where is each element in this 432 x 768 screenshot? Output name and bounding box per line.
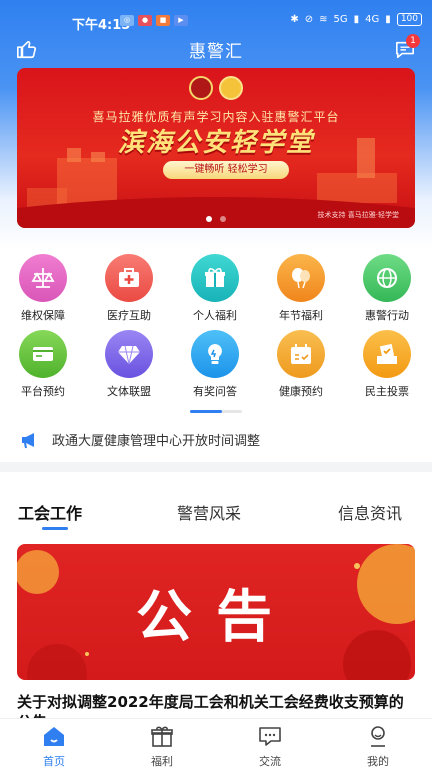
nav-profile[interactable]: 我的 bbox=[348, 725, 408, 768]
grid-item-label: 个人福利 bbox=[193, 309, 237, 322]
medical-kit-icon bbox=[105, 254, 153, 302]
nav-welfare[interactable]: 福利 bbox=[132, 725, 192, 768]
status-indicators: ✱ ⊘ ≋ 5G ▮ 4G ▮ 100 bbox=[290, 13, 422, 26]
gift-icon bbox=[191, 254, 239, 302]
grid-item-label: 文体联盟 bbox=[107, 385, 151, 398]
carousel-dot[interactable] bbox=[220, 216, 226, 222]
carousel-dot[interactable] bbox=[206, 216, 212, 222]
megaphone-icon bbox=[22, 433, 34, 449]
nav-label: 交流 bbox=[259, 755, 281, 768]
app-notification-icon: ■ bbox=[156, 15, 170, 26]
grid-item-sports-league[interactable]: 文体联盟 bbox=[86, 330, 172, 399]
bulb-icon bbox=[191, 330, 239, 378]
content-tabs: 工会工作 警营风采 信息资讯 bbox=[0, 498, 432, 538]
balloon-icon bbox=[277, 254, 325, 302]
grid-item-police-action[interactable]: 惠警行动 bbox=[344, 254, 430, 323]
carousel-indicator bbox=[17, 216, 415, 222]
network-label-2: 4G bbox=[365, 14, 380, 25]
tab-union-work[interactable]: 工会工作 bbox=[18, 500, 82, 524]
app-notification-icon: ◎ bbox=[120, 15, 134, 26]
grid-item-label: 年节福利 bbox=[279, 309, 323, 322]
card-icon bbox=[19, 330, 67, 378]
diamond-icon bbox=[105, 330, 153, 378]
network-label: 5G bbox=[333, 14, 348, 25]
notice-text: 政通大厦健康管理中心开放时间调整 bbox=[52, 434, 261, 449]
announcement-card[interactable]: 公告 bbox=[17, 544, 415, 680]
app-notification-icon: ● bbox=[138, 15, 152, 26]
battery-icon: 100 bbox=[396, 13, 422, 26]
bottom-nav: 首页 福利 交流 我的 bbox=[0, 718, 432, 768]
app-notification-icon: ▶ bbox=[174, 15, 188, 26]
vote-icon bbox=[363, 330, 411, 378]
banner-pill: 一键畅听 轻松学习 bbox=[163, 161, 289, 179]
banner-title: 滨海公安轻学堂 bbox=[117, 128, 314, 158]
mute-icon: ⊘ bbox=[304, 14, 314, 25]
police-emblem-icon bbox=[189, 76, 213, 100]
calendar-icon bbox=[277, 330, 325, 378]
gift-icon bbox=[151, 726, 173, 747]
grid-item-medical[interactable]: 医疗互助 bbox=[86, 254, 172, 323]
grid-item-label: 医疗互助 bbox=[107, 309, 151, 322]
grid-item-platform-booking[interactable]: 平台预约 bbox=[0, 330, 86, 399]
page-title: 惠警汇 bbox=[189, 42, 243, 62]
signal-icon: ▮ bbox=[385, 14, 391, 25]
grid-item-label: 有奖问答 bbox=[193, 385, 237, 398]
nav-label: 首页 bbox=[43, 755, 65, 768]
signal-icon: ▮ bbox=[353, 14, 360, 25]
wifi-icon: ≋ bbox=[319, 14, 328, 25]
user-icon bbox=[371, 726, 385, 747]
grid-page-indicator bbox=[190, 410, 242, 413]
bluetooth-icon: ✱ bbox=[290, 14, 299, 25]
nav-label: 福利 bbox=[151, 755, 173, 768]
tab-news[interactable]: 信息资讯 bbox=[338, 500, 402, 524]
home-icon bbox=[44, 727, 64, 746]
tab-underline bbox=[42, 527, 68, 530]
grid-item-personal-welfare[interactable]: 个人福利 bbox=[172, 254, 258, 323]
grid-item-democratic-vote[interactable]: 民主投票 bbox=[344, 330, 430, 399]
grid-item-quiz[interactable]: 有奖问答 bbox=[172, 330, 258, 399]
banner-carousel[interactable]: 喜马拉雅优质有声学习内容入驻惠警汇平台 滨海公安轻学堂 一键畅听 轻松学习 技术… bbox=[17, 68, 415, 228]
article-title[interactable]: 关于对拟调整2022年度局工会和机关工会经费收支预算的公告 bbox=[17, 692, 417, 718]
grid-item-label: 维权保障 bbox=[21, 309, 65, 322]
scale-icon bbox=[19, 254, 67, 302]
section-divider bbox=[0, 462, 432, 472]
notice-bar[interactable]: 政通大厦健康管理中心开放时间调整 bbox=[0, 425, 432, 453]
grid-item-festival-welfare[interactable]: 年节福利 bbox=[258, 254, 344, 323]
grid-item-label: 平台预约 bbox=[21, 385, 65, 398]
tab-police-style[interactable]: 警营风采 bbox=[177, 500, 241, 524]
union-emblem-icon bbox=[219, 76, 243, 100]
card-title: 公告 bbox=[136, 584, 296, 650]
status-bar: 下午4:15 ◎ ● ■ ▶ ✱ ⊘ ≋ 5G ▮ 4G ▮ 100 bbox=[0, 0, 432, 34]
message-badge: 1 bbox=[406, 34, 420, 48]
grid-item-rights[interactable]: 维权保障 bbox=[0, 254, 86, 323]
notification-icons: ◎ ● ■ ▶ bbox=[120, 15, 188, 26]
chat-icon bbox=[259, 727, 281, 746]
grid-item-label: 健康预约 bbox=[279, 385, 323, 398]
nav-label: 我的 bbox=[367, 755, 389, 768]
nav-chat[interactable]: 交流 bbox=[240, 725, 300, 768]
grid-item-label: 民主投票 bbox=[365, 385, 409, 398]
navbar: 惠警汇 1 bbox=[0, 34, 432, 64]
nav-home[interactable]: 首页 bbox=[24, 725, 84, 768]
grid-item-label: 惠警行动 bbox=[365, 309, 409, 322]
globe-icon bbox=[363, 254, 411, 302]
grid-item-health-booking[interactable]: 健康预约 bbox=[258, 330, 344, 399]
